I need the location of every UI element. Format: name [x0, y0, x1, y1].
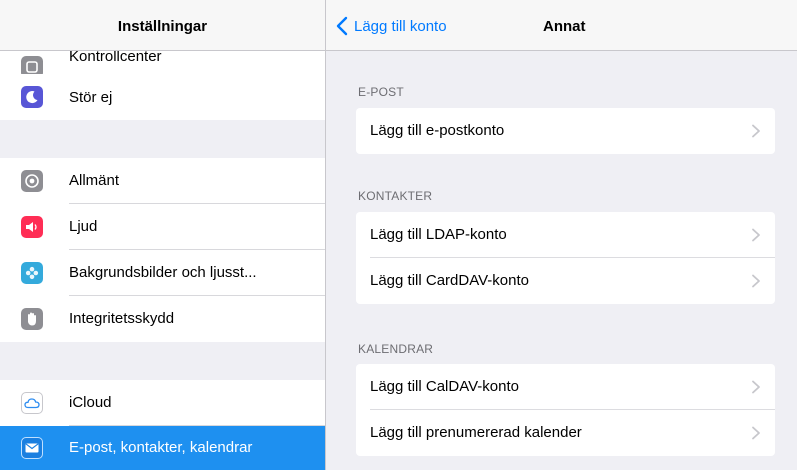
cell-label: Lägg till prenumererad kalender: [370, 424, 582, 441]
section-group-epost: Lägg till e-postkonto: [356, 108, 775, 154]
sidebar-item-ljud[interactable]: Ljud: [0, 204, 325, 250]
sidebar-title: Inställningar: [117, 18, 208, 35]
section-group-kalendrar: Lägg till CalDAV-konto Lägg till prenume…: [356, 364, 775, 456]
add-caldav-account-cell[interactable]: Lägg till CalDAV-konto: [356, 364, 775, 410]
sidebar-item-stor-ej[interactable]: Stör ej: [0, 74, 325, 120]
sidebar-item-label: Ljud: [69, 218, 98, 235]
sidebar-item-label: Stör ej: [69, 89, 113, 106]
chevron-right-icon: [752, 380, 760, 394]
section-header-epost: E-POST: [358, 85, 404, 99]
sidebar-item-label: Integritetsskydd: [69, 310, 175, 327]
chevron-left-icon: [336, 14, 354, 38]
cell-label: Lägg till e-postkonto: [370, 122, 505, 139]
cloud-icon: [21, 392, 43, 414]
sidebar-item-allmant[interactable]: Allmänt: [0, 158, 325, 204]
back-button-label: Lägg till konto: [354, 17, 447, 35]
sidebar-item-epost-kontakter-kalendrar[interactable]: E-post, kontakter, kalendrar: [0, 426, 325, 470]
chevron-right-icon: [752, 228, 760, 242]
cell-label: Lägg till CalDAV-konto: [370, 378, 519, 395]
add-email-account-cell[interactable]: Lägg till e-postkonto: [356, 108, 775, 154]
add-carddav-account-cell[interactable]: Lägg till CardDAV-konto: [356, 258, 775, 304]
speaker-icon: [21, 216, 43, 238]
sidebar-item-integritetsskydd[interactable]: Integritetsskydd: [0, 296, 325, 342]
back-button[interactable]: Lägg till konto: [336, 14, 447, 38]
hand-icon: [21, 308, 43, 330]
chevron-right-icon: [752, 274, 760, 288]
sidebar-item-label: Allmänt: [69, 172, 120, 189]
gear-icon: [21, 170, 43, 192]
chevron-right-icon: [752, 426, 760, 440]
sidebar-item-label: iCloud: [69, 394, 112, 411]
moon-icon: [21, 86, 43, 108]
chevron-right-icon: [752, 124, 760, 138]
section-group-kontakter: Lägg till LDAP-konto Lägg till CardDAV-k…: [356, 212, 775, 304]
sidebar-item-label: E-post, kontakter, kalendrar: [69, 439, 253, 456]
sidebar-navigation-bar: Inställningar: [0, 0, 325, 51]
section-header-kalendrar: KALENDRAR: [358, 342, 434, 356]
cell-label: Lägg till CardDAV-konto: [370, 272, 529, 289]
detail-navigation-bar: Lägg till konto Annat: [326, 0, 797, 51]
split-view-divider: [325, 0, 326, 470]
flower-icon: [21, 262, 43, 284]
add-ldap-account-cell[interactable]: Lägg till LDAP-konto: [356, 212, 775, 258]
mail-icon: [21, 437, 43, 459]
sidebar-item-bakgrundsbilder[interactable]: Bakgrundsbilder och ljusst...: [0, 250, 325, 296]
sidebar-item-label: Bakgrundsbilder och ljusst...: [69, 264, 257, 281]
detail-pane: Lägg till konto Annat E-POST Lägg till e…: [326, 0, 797, 470]
page-title: Annat: [543, 18, 586, 35]
settings-sidebar: Kontrollcenter Stör ej Allmänt Ljud Bakg…: [0, 0, 325, 470]
section-header-kontakter: KONTAKTER: [358, 189, 433, 203]
add-subscribed-calendar-cell[interactable]: Lägg till prenumererad kalender: [356, 410, 775, 456]
sidebar-item-icloud[interactable]: iCloud: [0, 380, 325, 426]
cell-label: Lägg till LDAP-konto: [370, 226, 507, 243]
